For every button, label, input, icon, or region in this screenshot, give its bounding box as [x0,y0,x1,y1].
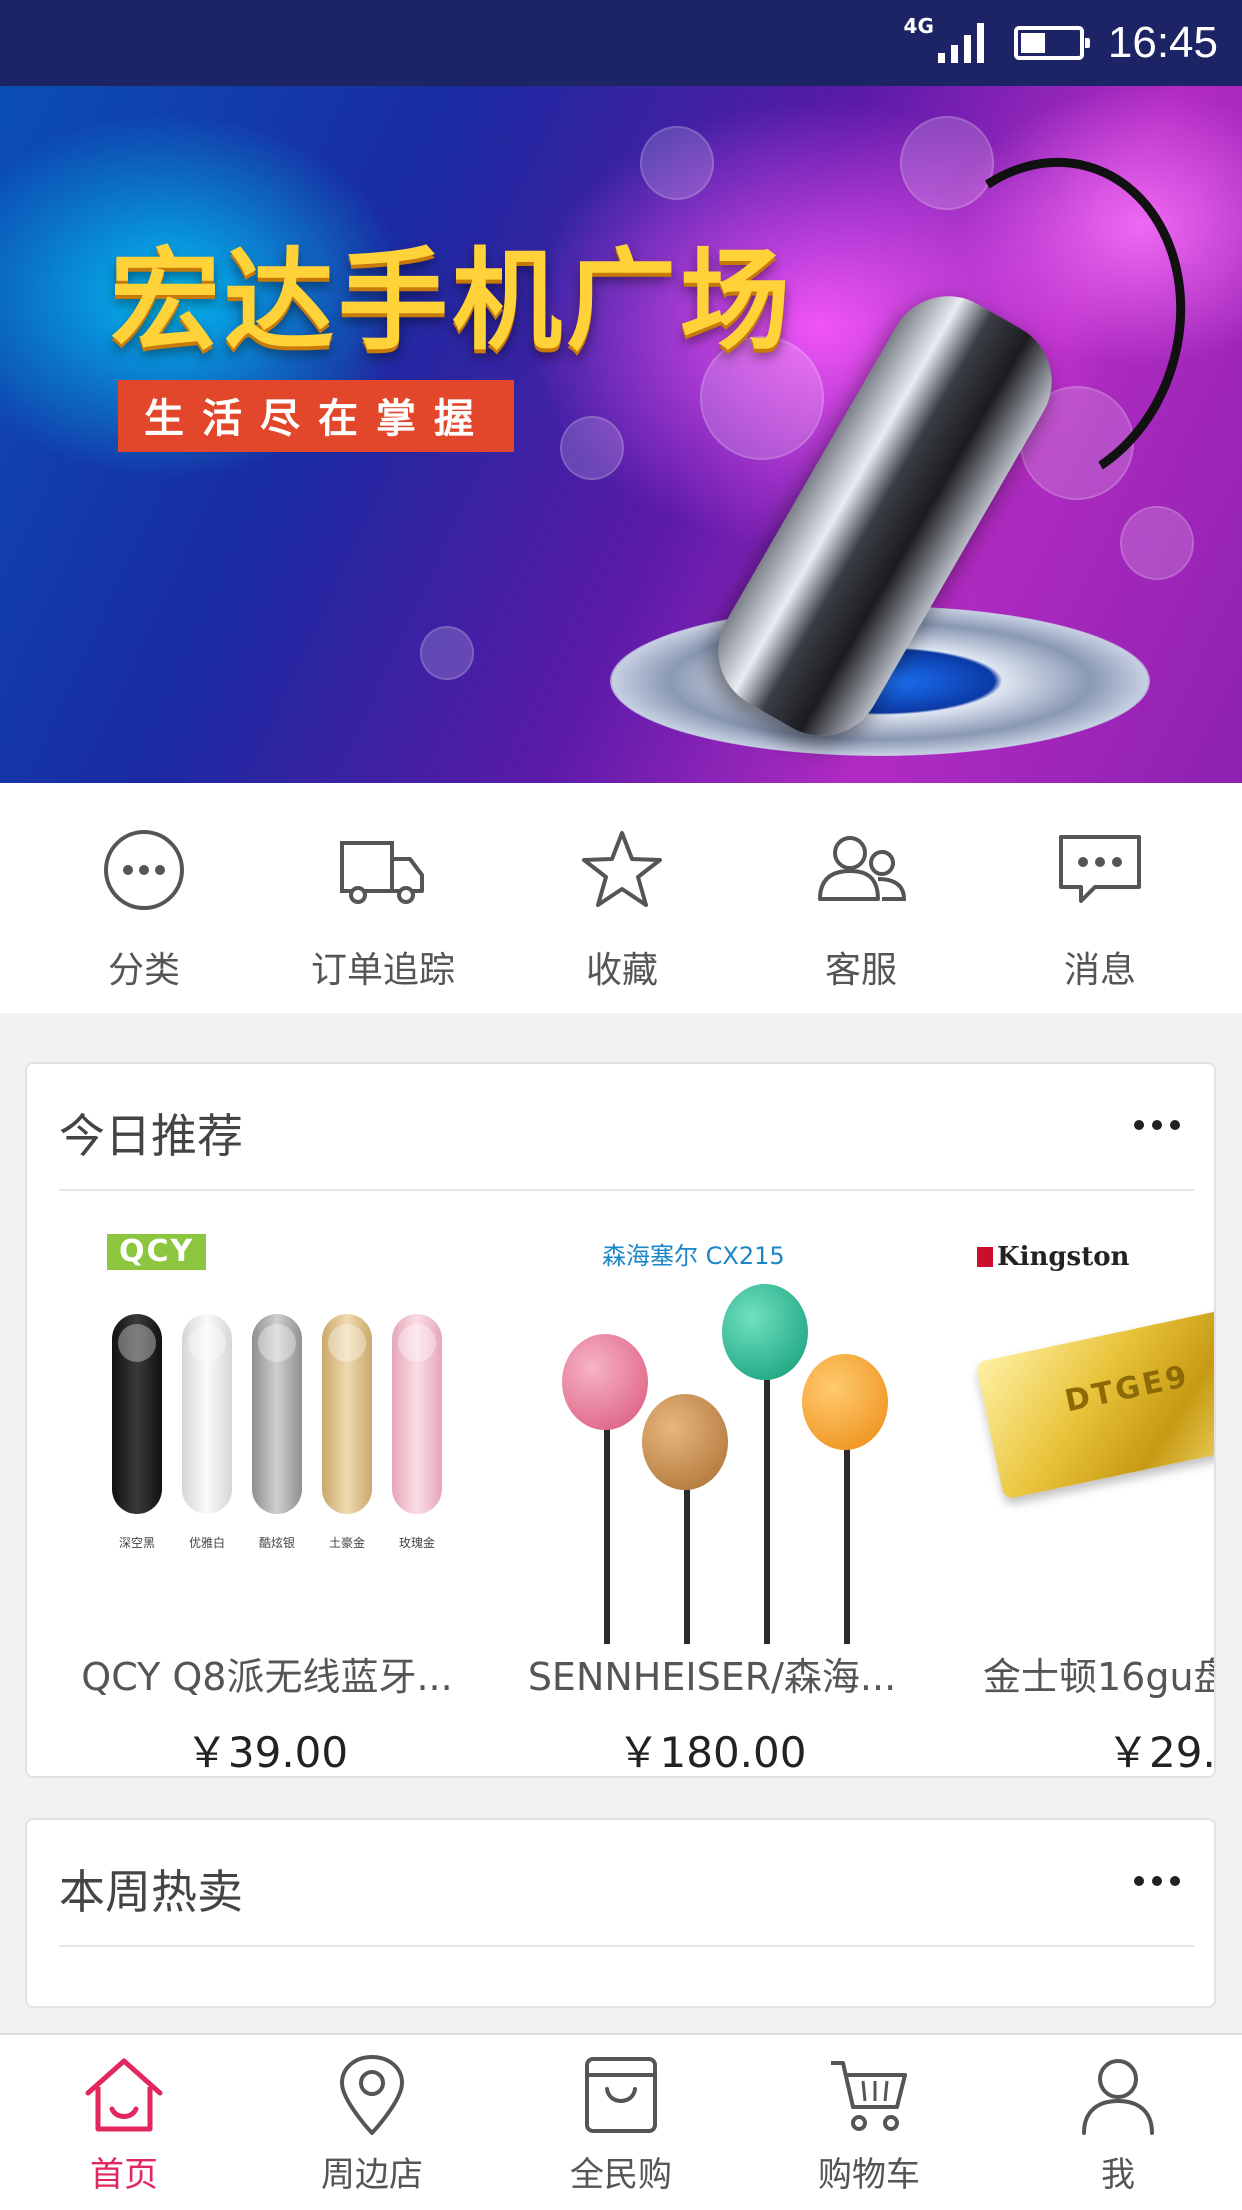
tab-group-buy[interactable]: 全民购 [521,2053,721,2196]
brand-logo: Kingston [977,1242,1129,1272]
banner-title: 宏达手机广场 [110,237,794,365]
tab-nearby-stores[interactable]: 周边店 [272,2053,472,2196]
status-time: 16:45 [1107,18,1218,67]
product-image: Kingston DTGE9 [947,1214,1214,1644]
quick-nav-label: 收藏 [585,950,658,991]
tab-label: 全民购 [570,2155,672,2195]
product-name: 金士顿16gu盘 [983,1655,1216,1699]
tab-cart[interactable]: 购物车 [769,2053,969,2196]
product-name: SENNHEISER/森海... [527,1655,897,1699]
bottom-tab-bar: 首页 周边店 全民购 购物车 我 [0,2033,1242,2210]
product-card[interactable]: QCY 深空黑 优雅白 酷炫银 土豪金 玫瑰金 QCY Q8派无线蓝牙... ￥… [57,1214,477,1777]
card-header: 本周热卖 [59,1820,1194,1947]
tab-me[interactable]: 我 [1018,2053,1218,2196]
brand-logo: QCY [107,1234,207,1270]
more-horizontal-icon[interactable] [1134,1120,1180,1130]
today-recommend-card: 今日推荐 QCY 深空黑 优雅白 酷炫银 土豪金 玫瑰金 QCY Q8派无线蓝牙… [25,1062,1216,1778]
quick-nav-label: 消息 [1063,950,1136,991]
product-name: QCY Q8派无线蓝牙... [81,1655,453,1699]
quick-nav-customer-service[interactable]: 客服 [741,825,981,993]
quick-nav: 分类 订单追踪 收藏 客服 消息 [0,783,1242,1013]
star-icon [582,831,662,907]
product-price: ￥180.00 [617,1728,807,1777]
quick-nav-label: 订单追踪 [310,950,455,991]
tab-label: 购物车 [818,2155,920,2195]
more-horizontal-icon[interactable] [1134,1876,1180,1886]
tab-label: 周边店 [321,2155,423,2195]
product-image: 森海塞尔 CX215 [502,1214,922,1644]
tab-label: 我 [1101,2155,1135,2195]
card-title: 本周热卖 [59,1865,243,1919]
product-price: ￥29.90 [1107,1728,1216,1777]
home-icon [85,2058,163,2132]
tab-label: 首页 [90,2155,158,2195]
tab-home[interactable]: 首页 [24,2053,224,2196]
card-header: 今日推荐 [59,1064,1194,1191]
people-icon [818,836,907,901]
battery-icon [1013,26,1090,60]
quick-nav-label: 分类 [107,950,180,991]
network-type: 4G [903,14,934,38]
user-icon [1082,2059,1154,2135]
product-card[interactable]: 森海塞尔 CX215 SENNHEISER/森海... ￥180.00 [502,1214,922,1777]
shopping-bag-icon [585,2057,657,2133]
product-card[interactable]: Kingston DTGE9 金士顿16gu盘 ￥29.90 [947,1214,1216,1777]
cart-icon [831,2061,907,2131]
location-pin-icon [340,2055,404,2135]
truck-icon [340,841,424,904]
product-price: ￥39.00 [185,1728,349,1777]
quick-nav-label: 客服 [824,950,897,991]
signal-icon [937,23,984,63]
quick-nav-favorites[interactable]: 收藏 [502,825,742,993]
message-icon [1059,835,1141,903]
product-image: QCY 深空黑 优雅白 酷炫银 土豪金 玫瑰金 [57,1214,477,1644]
more-circle-icon [104,830,184,910]
quick-nav-order-tracking[interactable]: 订单追踪 [263,825,503,993]
weekly-hot-card: 本周热卖 [25,1818,1216,2008]
quick-nav-messages[interactable]: 消息 [980,825,1220,993]
brand-logo: 森海塞尔 CX215 [602,1242,785,1270]
usb-drive-graphic: DTGE9 [975,1308,1214,1500]
promo-banner[interactable]: 宏达手机广场 生活尽在掌握 [0,86,1242,783]
banner-subtitle: 生活尽在掌握 [118,380,514,452]
product-carousel[interactable]: QCY 深空黑 优雅白 酷炫银 土豪金 玫瑰金 QCY Q8派无线蓝牙... ￥… [27,1214,1214,1776]
quick-nav-category[interactable]: 分类 [24,825,264,993]
card-title: 今日推荐 [59,1109,243,1163]
status-bar: 4G 16:45 [0,0,1242,86]
